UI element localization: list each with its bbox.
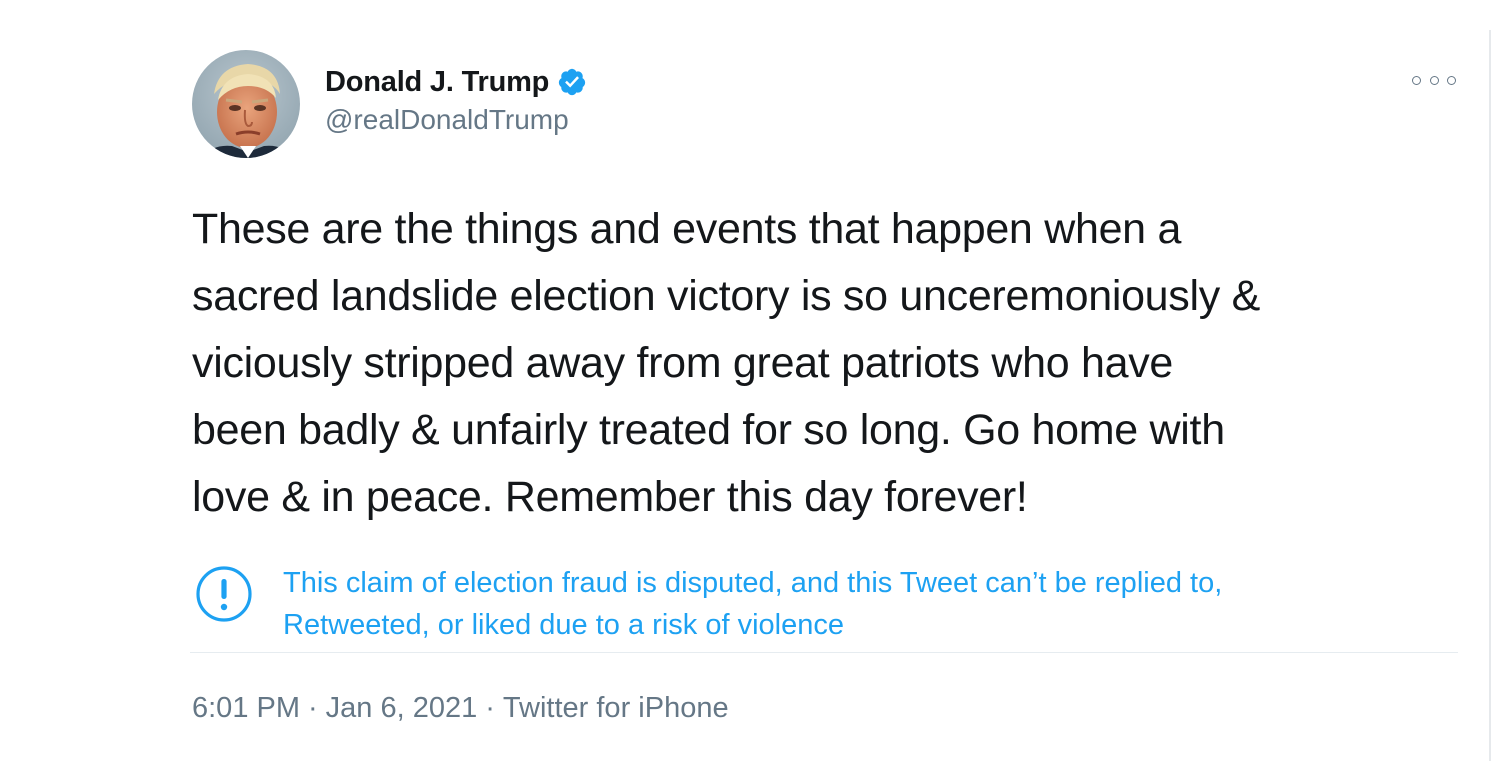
exclamation-circle-icon bbox=[195, 565, 253, 623]
notice-text-line: Retweeted, or liked due to a risk of vio… bbox=[283, 609, 844, 641]
tweet-text-line: viciously stripped away from great patri… bbox=[192, 339, 1174, 387]
disputed-claim-notice[interactable]: This claim of election fraud is disputed… bbox=[195, 562, 1435, 646]
author-name-line: Donald J. Trump bbox=[325, 62, 587, 102]
tweet-text: These are the things and events that hap… bbox=[192, 196, 1462, 531]
tweet-text-line: sacred landslide election victory is so … bbox=[192, 272, 1260, 320]
tweet-time[interactable]: 6:01 PM bbox=[192, 692, 300, 724]
tweet-text-line: love & in peace. Remember this day forev… bbox=[192, 473, 1028, 521]
more-options-icon[interactable] bbox=[1412, 68, 1456, 92]
divider bbox=[190, 652, 1458, 653]
notice-text-line: This claim of election fraud is disputed… bbox=[283, 567, 1223, 599]
notice-text[interactable]: This claim of election fraud is disputed… bbox=[283, 562, 1222, 646]
handle[interactable]: @realDonaldTrump bbox=[325, 104, 569, 136]
display-name[interactable]: Donald J. Trump bbox=[325, 66, 549, 99]
tweet-text-line: These are the things and events that hap… bbox=[192, 205, 1182, 253]
tweet-text-line: been badly & unfairly treated for so lon… bbox=[192, 406, 1225, 454]
tweet-source[interactable]: Twitter for iPhone bbox=[503, 692, 729, 724]
avatar[interactable] bbox=[192, 50, 300, 158]
verified-badge-icon bbox=[557, 67, 587, 97]
profile-photo bbox=[192, 50, 300, 158]
tweet-metadata: 6:01 PM · Jan 6, 2021 · Twitter for iPhone bbox=[192, 692, 729, 725]
meta-separator: · bbox=[308, 692, 318, 724]
tweet-card: Donald J. Trump @realDonaldTrump These a… bbox=[0, 0, 1495, 761]
tweet-date[interactable]: Jan 6, 2021 bbox=[326, 692, 478, 724]
meta-separator: · bbox=[485, 692, 495, 724]
